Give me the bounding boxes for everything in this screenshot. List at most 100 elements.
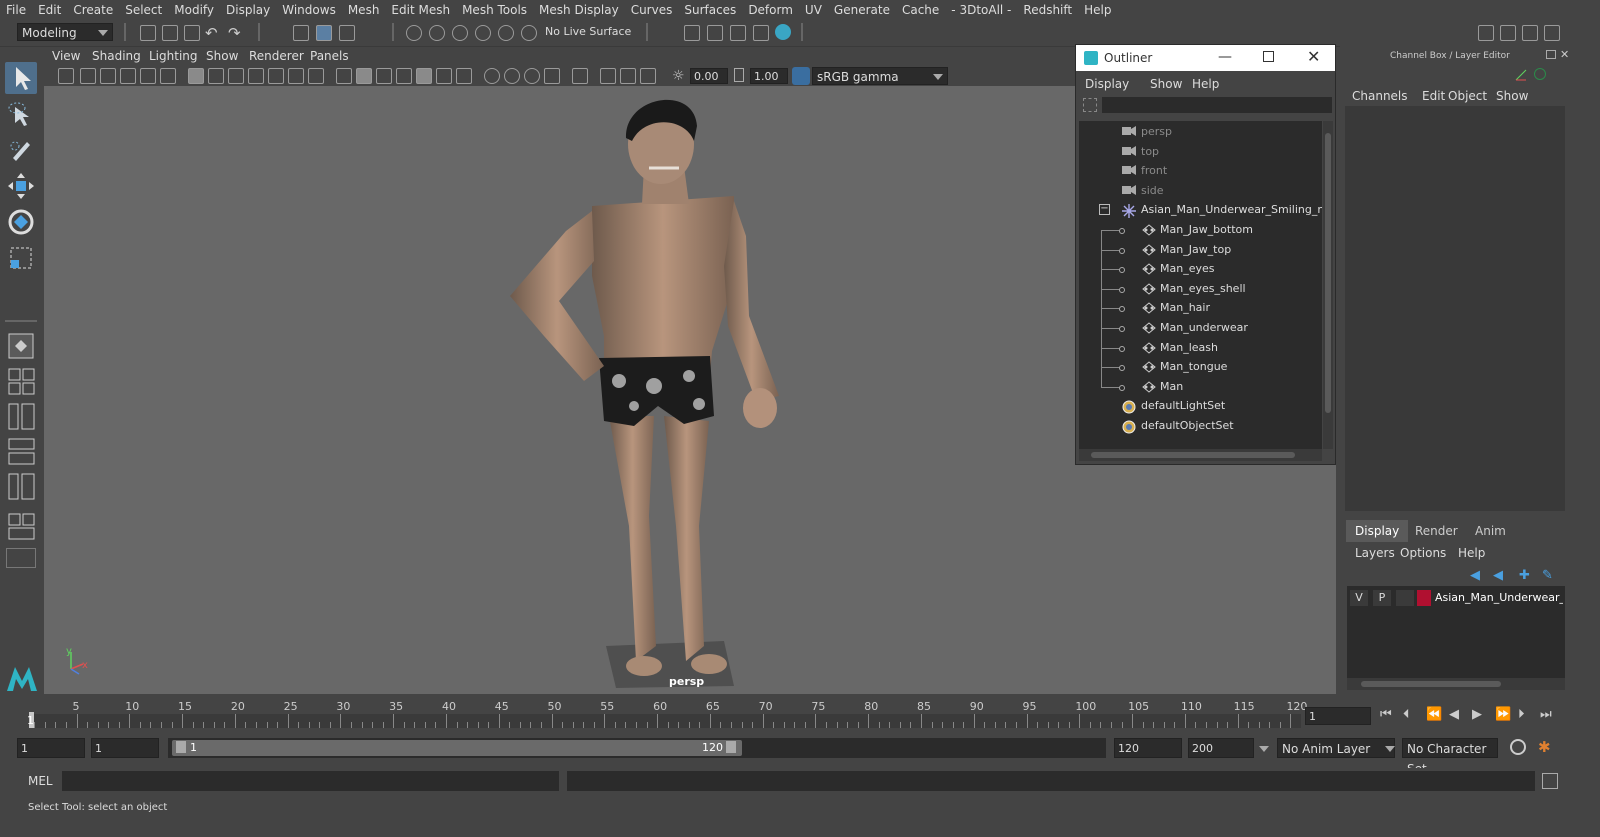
channel-box-axis-icon[interactable]: [1514, 68, 1528, 82]
select-object-icon[interactable]: [316, 25, 332, 41]
four-pane-layout-icon[interactable]: [8, 368, 36, 396]
attribute-editor-icon[interactable]: [1500, 25, 1516, 41]
shadows-icon[interactable]: [456, 68, 472, 84]
more-layouts-button[interactable]: [6, 548, 36, 568]
menu-mesh-display[interactable]: Mesh Display: [533, 3, 625, 17]
2d-pan-zoom-icon[interactable]: [140, 68, 156, 84]
layer-menu-options[interactable]: Options: [1400, 546, 1446, 560]
exposure-field[interactable]: 0.00: [690, 68, 728, 84]
outliner-vscroll-thumb[interactable]: [1325, 133, 1331, 413]
select-component-icon[interactable]: [339, 25, 355, 41]
viewport-menu-panels[interactable]: Panels: [310, 49, 349, 63]
playback-start-field[interactable]: 1: [91, 738, 159, 758]
persp-graph-layout-icon[interactable]: [8, 438, 36, 466]
hypershade-icon[interactable]: [775, 24, 791, 40]
layer-visibility-toggle[interactable]: V: [1350, 590, 1368, 606]
camera-attributes-icon[interactable]: [80, 68, 96, 84]
outliner-titlebar[interactable]: Outliner — ✕: [1076, 45, 1335, 71]
new-layer-selected-icon[interactable]: ✎: [1542, 568, 1553, 583]
layer-menu-layers[interactable]: Layers: [1355, 546, 1395, 560]
outliner-item-persp[interactable]: persp: [1079, 123, 1322, 141]
collapse-toggle-icon[interactable]: −: [1099, 204, 1110, 216]
layer-tab-anim[interactable]: Anim: [1466, 520, 1515, 542]
auto-key-icon[interactable]: [1510, 739, 1526, 755]
play-backwards-icon[interactable]: ◀: [1449, 707, 1459, 722]
channel-box-menu-channels[interactable]: Channels: [1352, 89, 1408, 103]
menu-edit-mesh[interactable]: Edit Mesh: [385, 3, 456, 17]
xray-icon[interactable]: [600, 68, 616, 84]
snap-grid-icon[interactable]: [406, 25, 422, 41]
menu-cache[interactable]: Cache: [896, 3, 945, 17]
menu-edit[interactable]: Edit: [32, 3, 67, 17]
outliner-menu-help[interactable]: Help: [1192, 77, 1219, 91]
outliner-item-man-underwear[interactable]: Man_underwear: [1079, 319, 1322, 337]
layer-color-swatch[interactable]: [1417, 590, 1431, 606]
scale-tool-button[interactable]: [5, 242, 37, 274]
exposure-icon[interactable]: ☼: [672, 68, 685, 84]
depth-of-field-icon[interactable]: [544, 68, 560, 84]
range-end-grip[interactable]: [726, 741, 736, 753]
outliner-filter-icon[interactable]: [1083, 98, 1097, 112]
use-all-lights-icon[interactable]: [436, 68, 452, 84]
anim-layer-dropdown[interactable]: No Anim Layer: [1277, 738, 1395, 758]
modeling-toolkit-icon[interactable]: [1478, 25, 1494, 41]
undo-icon[interactable]: ↶: [205, 24, 218, 42]
move-tool-button[interactable]: [5, 170, 37, 202]
close-panel-icon[interactable]: ✕: [1560, 48, 1569, 61]
mode-selector[interactable]: Modeling: [17, 23, 113, 41]
menu-mesh[interactable]: Mesh: [342, 3, 386, 17]
viewport-menu-renderer[interactable]: Renderer: [249, 49, 304, 63]
smooth-shade-icon[interactable]: [356, 68, 372, 84]
menu-windows[interactable]: Windows: [276, 3, 342, 17]
colorspace-dropdown[interactable]: sRGB gamma: [812, 67, 948, 85]
new-layer-icon[interactable]: ✚: [1519, 568, 1530, 583]
channel-box-toggle-icon[interactable]: [1544, 25, 1560, 41]
time-slider[interactable]: 1 5 10 15 20 25 30 35 40 45 50 55 60 65 70 75 80 85 90 95 1…: [15, 700, 1307, 728]
snap-point-icon[interactable]: [452, 25, 468, 41]
current-frame-field[interactable]: 1: [1305, 707, 1371, 725]
hypershade-layout-icon[interactable]: [8, 473, 36, 501]
outliner-item-asian-man-underwear-smiling-ncl1[interactable]: − Asian_Man_Underwear_Smiling_ncl1: [1079, 201, 1322, 219]
image-plane-icon[interactable]: [120, 68, 136, 84]
move-layer-down-icon[interactable]: ◀: [1493, 568, 1503, 583]
motion-blur-icon[interactable]: [504, 68, 520, 84]
anim-layer-dropdown-arrow[interactable]: [1259, 746, 1269, 752]
default-material-icon[interactable]: [376, 68, 392, 84]
render-settings-icon[interactable]: [753, 25, 769, 41]
menu-redshift[interactable]: Redshift: [1017, 3, 1078, 17]
go-to-start-icon[interactable]: ⏮: [1380, 707, 1392, 722]
menu-display[interactable]: Display: [220, 3, 276, 17]
layer-name[interactable]: Asian_Man_Underwear_S: [1435, 591, 1563, 604]
tool-settings-icon[interactable]: [1522, 25, 1538, 41]
outliner-item-defaultlightset[interactable]: defaultLightSet: [1079, 397, 1322, 415]
outliner-item-man-tongue[interactable]: Man_tongue: [1079, 358, 1322, 376]
persp-outliner-layout-icon[interactable]: [8, 403, 36, 431]
float-panel-icon[interactable]: [1546, 50, 1556, 59]
animation-preferences-icon[interactable]: ✱: [1538, 738, 1551, 756]
xray-joints-icon[interactable]: [620, 68, 636, 84]
animation-start-field[interactable]: 1: [17, 738, 85, 758]
menu-curves[interactable]: Curves: [625, 3, 679, 17]
menu-uv[interactable]: UV: [799, 3, 828, 17]
step-back-frame-icon[interactable]: ⏴: [1403, 707, 1410, 722]
single-perspective-layout-button[interactable]: [5, 330, 37, 362]
menu-modify[interactable]: Modify: [168, 3, 220, 17]
color-management-icon[interactable]: [792, 67, 810, 85]
live-surface-label[interactable]: No Live Surface: [545, 25, 631, 38]
bookmarks-icon[interactable]: [100, 68, 116, 84]
select-tool-button[interactable]: [5, 62, 37, 94]
channel-box-toggle-icon[interactable]: [1534, 68, 1546, 80]
layer-playback-toggle[interactable]: P: [1373, 590, 1391, 606]
outliner-item-top[interactable]: top: [1079, 143, 1322, 161]
script-editor-icon[interactable]: [1542, 773, 1558, 789]
snap-view-plane-icon[interactable]: [475, 25, 491, 41]
channel-box-menu-edit[interactable]: Edit: [1422, 89, 1445, 103]
outliner-hscroll-track[interactable]: [1079, 449, 1322, 461]
menu-help[interactable]: Help: [1078, 3, 1117, 17]
menu-surfaces[interactable]: Surfaces: [678, 3, 742, 17]
grid-icon[interactable]: [188, 68, 204, 84]
minimize-icon[interactable]: —: [1218, 49, 1232, 65]
make-live-icon[interactable]: [521, 25, 537, 41]
rotate-tool-button[interactable]: [5, 206, 37, 238]
menu-select[interactable]: Select: [119, 3, 168, 17]
